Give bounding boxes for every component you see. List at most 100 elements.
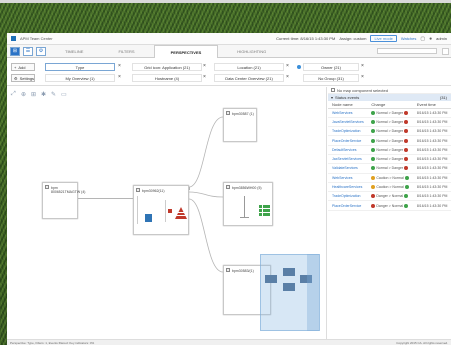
status-line-left: Perspective: Type, Filters: 1, Events fi… bbox=[10, 340, 95, 345]
close-icon[interactable]: × bbox=[203, 74, 206, 80]
user-menu[interactable]: admin bbox=[436, 36, 447, 41]
table-row[interactable]: TradeOptimization Danger > Normal 8/16/15 … bbox=[328, 191, 451, 202]
close-icon[interactable]: × bbox=[203, 63, 206, 69]
gear-icon[interactable]: ⚙ bbox=[36, 46, 46, 56]
status-to-icon bbox=[404, 129, 409, 134]
node-name-cell[interactable]: TradeOptimization bbox=[328, 191, 368, 202]
change-label: Normal > Danger bbox=[376, 147, 404, 152]
expand-icon[interactable] bbox=[442, 47, 449, 55]
column-header[interactable]: Node name bbox=[328, 101, 368, 109]
node-name-cell[interactable]: TradeOptimization bbox=[328, 126, 368, 137]
column-header[interactable]: Change bbox=[367, 101, 413, 109]
close-icon[interactable]: × bbox=[118, 63, 121, 69]
filter-chip[interactable]: Hostname (4) bbox=[132, 74, 202, 82]
overlay-scroll[interactable] bbox=[307, 254, 319, 331]
filter-chip-type[interactable]: Type bbox=[45, 63, 115, 71]
node-divider bbox=[137, 196, 138, 224]
table-row[interactable]: PlaceOrderService Danger > Normal 8/16/15 … bbox=[328, 200, 451, 211]
events-table-body: WebServices Normal > Danger 8/16/15 1:43:3… bbox=[328, 108, 451, 211]
status-from-icon bbox=[371, 119, 376, 124]
close-icon[interactable]: × bbox=[361, 63, 364, 69]
status-to-icon bbox=[404, 157, 409, 162]
checkbox-icon[interactable] bbox=[331, 88, 335, 92]
filter-chip-label: Location (21) bbox=[237, 64, 261, 70]
node-name-cell[interactable]: WebServices bbox=[328, 108, 368, 118]
filter-chip[interactable]: Owner (21) bbox=[303, 63, 359, 71]
map-node[interactable]: bpm30962(11) bbox=[133, 185, 189, 235]
change-cell: Danger > Normal bbox=[367, 200, 413, 211]
change-cell: Normal > Danger bbox=[367, 108, 413, 118]
node-name-cell[interactable]: JavaServletServices bbox=[328, 117, 368, 128]
node-label: bpm 8006521TMAGTW (4) bbox=[51, 186, 86, 194]
table-row[interactable]: WebServices Normal > Danger 8/16/15 1:43:3… bbox=[328, 108, 451, 118]
add-button[interactable]: + Add bbox=[11, 63, 35, 71]
filter-chip[interactable]: My Overview (1) bbox=[45, 74, 115, 82]
tab-perspectives[interactable]: Perspectives bbox=[153, 44, 219, 58]
status-from-icon bbox=[371, 129, 376, 134]
node-type-icon bbox=[226, 185, 230, 189]
table-row[interactable]: JavaServletServices Normal > Danger 8/16/1… bbox=[328, 117, 451, 128]
table-row[interactable]: WebServices Caution > Normal 8/16/15 1:43:… bbox=[328, 173, 451, 183]
window-frame bbox=[0, 0, 451, 3]
assign-label: Assign: custom bbox=[339, 36, 367, 41]
table-row[interactable]: ValidateServices Normal > Danger 8/16/15 1… bbox=[328, 163, 451, 174]
status-to-icon bbox=[404, 175, 409, 180]
map-node[interactable]: bpm3856WH00 (5) bbox=[223, 182, 273, 226]
node-name-cell[interactable]: PlaceOrderService bbox=[328, 200, 368, 211]
event-time-cell: 8/16/15 1:43:30 PM bbox=[412, 182, 451, 193]
change-label: Normal > Danger bbox=[376, 157, 404, 162]
watches-link[interactable]: Watches bbox=[401, 36, 416, 41]
tab-timeline[interactable]: Timeline bbox=[49, 45, 99, 58]
status-line: Perspective: Type, Filters: 1, Events fi… bbox=[7, 339, 451, 345]
close-icon[interactable]: × bbox=[118, 74, 121, 80]
event-time-cell: 8/16/15 1:43:30 PM bbox=[412, 126, 451, 137]
change-cell: Normal > Danger bbox=[367, 126, 413, 137]
node-name-cell[interactable]: JaxServletServices bbox=[328, 154, 368, 165]
node-divider bbox=[165, 200, 166, 222]
change-cell: Normal > Danger bbox=[367, 117, 413, 128]
settings-button[interactable]: ⚙ Settings bbox=[11, 74, 35, 82]
table-row[interactable]: DefaultServices Normal > Danger 8/16/15 1:… bbox=[328, 145, 451, 156]
filter-chip[interactable]: Grid icon: Application (21) bbox=[132, 63, 202, 71]
node-type-icon bbox=[226, 268, 230, 272]
tab-filters[interactable]: Filters bbox=[102, 45, 150, 58]
column-header[interactable]: Event time bbox=[412, 101, 451, 109]
close-icon[interactable]: × bbox=[361, 74, 364, 80]
node-name-cell[interactable]: PlaceOrderService bbox=[328, 135, 368, 146]
user-icon[interactable]: ● bbox=[429, 36, 432, 42]
status-from-icon bbox=[371, 138, 376, 143]
calendar-icon[interactable]: ▢ bbox=[420, 36, 425, 42]
table-row[interactable]: JaxServletServices Normal > Danger 8/16/15… bbox=[328, 154, 451, 165]
perspective-map-canvas[interactable]: ⤢ ⊕ ⊞ ✱ ✎ ▭ bpm 8006521TMAGTW (4) bpm309… bbox=[7, 87, 327, 339]
table-header-row: Node name Change Event time bbox=[328, 101, 451, 109]
node-label: bpm30587 (1) bbox=[232, 112, 254, 116]
status-events-bar[interactable]: ▾ Status events (31) bbox=[328, 94, 451, 101]
filter-chip[interactable]: Data Center Overview (21) bbox=[214, 74, 284, 82]
table-row[interactable]: TradeOptimization Normal > Danger 8/16/15 … bbox=[328, 126, 451, 137]
search-input[interactable] bbox=[377, 48, 437, 54]
close-icon[interactable]: × bbox=[286, 74, 289, 80]
status-to-icon bbox=[404, 194, 409, 199]
node-name-cell[interactable]: HealthcareServices bbox=[328, 182, 368, 193]
map-node[interactable]: bpm30587 (1) bbox=[223, 108, 257, 142]
map-node[interactable]: bpm 8006521TMAGTW (4) bbox=[42, 182, 85, 219]
tab-highlighting[interactable]: Highlighting bbox=[221, 45, 282, 58]
danger-triangle-icon bbox=[175, 207, 187, 219]
node-name-cell[interactable]: WebServices bbox=[328, 173, 368, 183]
node-name-cell[interactable]: DefaultServices bbox=[328, 145, 368, 156]
normal-square-icon bbox=[259, 205, 262, 208]
filter-chip[interactable]: Location (21) bbox=[214, 63, 284, 71]
change-label: Normal > Danger bbox=[376, 119, 404, 124]
close-icon[interactable]: × bbox=[286, 63, 289, 69]
list-view-icon[interactable]: ☰ bbox=[23, 46, 33, 56]
node-name-cell[interactable]: ValidateServices bbox=[328, 163, 368, 174]
connector-curve bbox=[188, 198, 224, 273]
table-row[interactable]: HealthcareServices Caution > Normal 8/16/1… bbox=[328, 182, 451, 193]
live-mode-button[interactable]: Live mode bbox=[370, 35, 397, 42]
status-events-count: (31) bbox=[439, 95, 447, 100]
event-time-cell: 8/16/15 1:43:30 PM bbox=[412, 135, 451, 146]
table-row[interactable]: PlaceOrderService Normal > Danger 8/16/15 … bbox=[328, 135, 451, 146]
filter-chip[interactable]: No Group (31) bbox=[303, 74, 359, 82]
filter-chip-label: Grid icon: Application (21) bbox=[144, 64, 190, 70]
map-view-icon[interactable]: ⊞ bbox=[10, 46, 20, 56]
